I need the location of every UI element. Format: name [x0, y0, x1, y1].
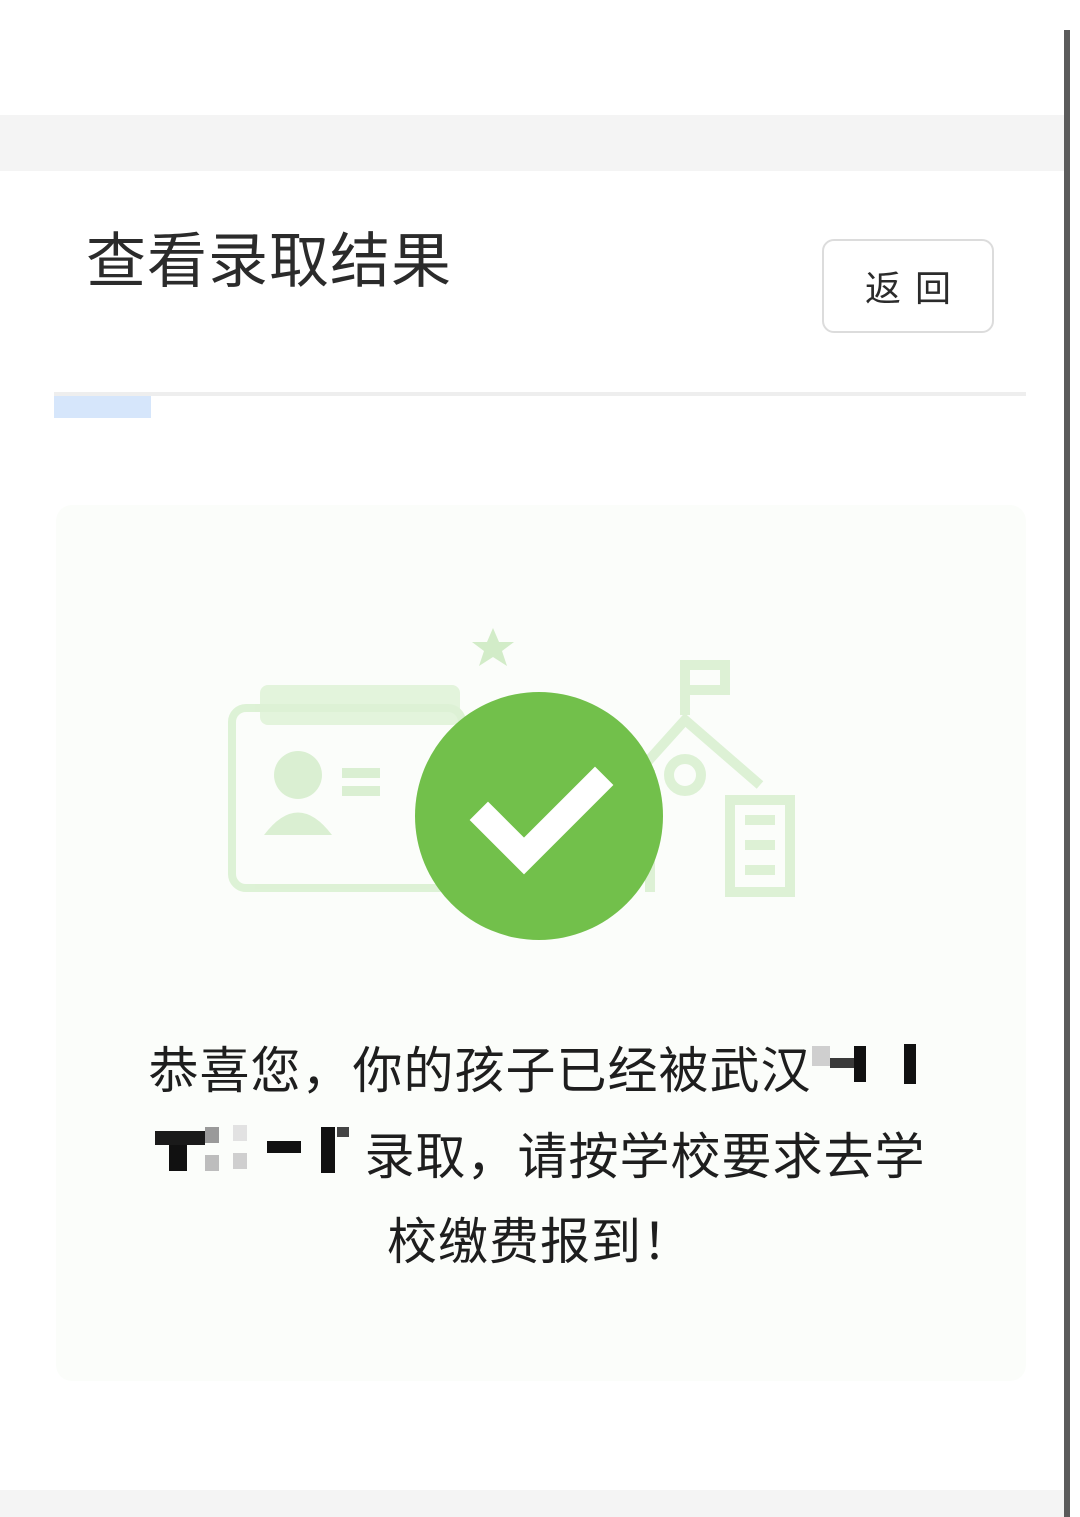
tab-divider: [54, 392, 1026, 396]
redacted-block: [154, 1119, 365, 1201]
redacted-block: [811, 1034, 932, 1116]
bottom-bar: [0, 1490, 1064, 1517]
page-title: 查看录取结果: [86, 227, 452, 297]
message-line-2: 录取，请按学校要求去学: [110, 1116, 970, 1202]
page-edge: [1070, 0, 1080, 1517]
back-button-label: 返回: [864, 269, 965, 310]
back-button[interactable]: 返回: [822, 239, 994, 333]
admission-illustration: [228, 628, 795, 940]
header-separator-band: [0, 115, 1064, 171]
message-line-3: 校缴费报到！: [387, 1213, 693, 1271]
admission-message: 恭喜您，你的孩子已经被武汉 录取，请按学校要求去学 校缴费报到！: [110, 1030, 970, 1283]
check-circle-icon: [415, 692, 663, 940]
star-icon: [472, 628, 514, 666]
tab-indicator: [54, 396, 151, 418]
top-bar: [0, 0, 1064, 115]
message-line-1: 恭喜您，你的孩子已经被武汉: [110, 1030, 970, 1116]
school-building-icon: [636, 660, 795, 897]
